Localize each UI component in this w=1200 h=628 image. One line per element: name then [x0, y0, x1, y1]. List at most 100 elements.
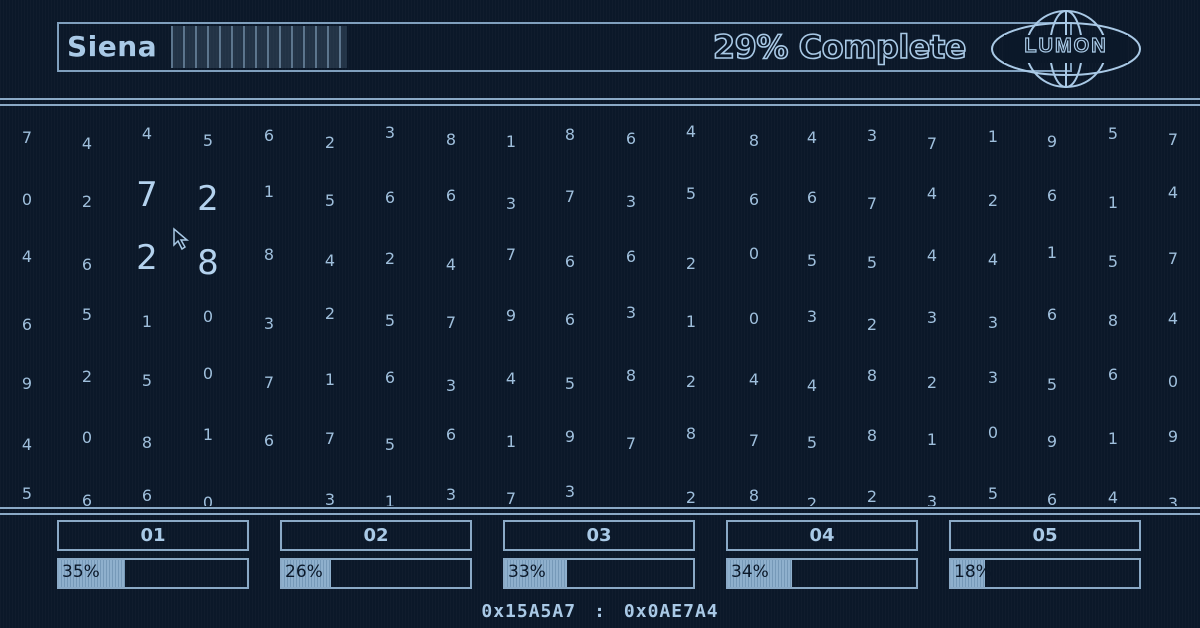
grid-number[interactable]: 3 [988, 315, 998, 331]
grid-number[interactable]: 8 [197, 246, 219, 280]
grid-number[interactable]: 2 [136, 241, 158, 275]
grid-number[interactable]: 7 [626, 436, 636, 452]
grid-number[interactable]: 6 [1047, 188, 1057, 204]
grid-number[interactable]: 2 [807, 496, 817, 507]
grid-number[interactable]: 5 [1108, 126, 1118, 142]
grid-number[interactable]: 4 [446, 257, 456, 273]
grid-number[interactable]: 6 [142, 488, 152, 504]
grid-number[interactable]: 3 [385, 125, 395, 141]
grid-number[interactable]: 3 [867, 128, 877, 144]
grid-number[interactable]: 6 [82, 257, 92, 273]
grid-number[interactable]: 8 [142, 435, 152, 451]
grid-number[interactable]: 1 [264, 184, 274, 200]
grid-number[interactable]: 5 [988, 486, 998, 502]
grid-number[interactable]: 7 [749, 433, 759, 449]
grid-number[interactable]: 5 [82, 307, 92, 323]
grid-number[interactable]: 8 [626, 368, 636, 384]
grid-number[interactable]: 4 [1168, 185, 1178, 201]
grid-number[interactable]: 3 [807, 309, 817, 325]
grid-number[interactable]: 0 [82, 430, 92, 446]
grid-number[interactable]: 2 [325, 135, 335, 151]
bin-label[interactable]: 03 [503, 520, 695, 551]
grid-number[interactable]: 1 [927, 432, 937, 448]
grid-number[interactable]: 4 [506, 371, 516, 387]
grid-number[interactable]: 4 [686, 124, 696, 140]
grid-number[interactable]: 6 [385, 370, 395, 386]
bin-label[interactable]: 05 [949, 520, 1141, 551]
grid-number[interactable]: 9 [1168, 429, 1178, 445]
grid-number[interactable]: 9 [22, 376, 32, 392]
grid-number[interactable]: 5 [22, 486, 32, 502]
grid-number[interactable]: 3 [446, 378, 456, 394]
grid-number[interactable]: 6 [264, 433, 274, 449]
grid-number[interactable]: 9 [1047, 434, 1057, 450]
grid-number[interactable]: 3 [626, 194, 636, 210]
grid-number[interactable]: 8 [1108, 313, 1118, 329]
grid-number[interactable]: 5 [385, 437, 395, 453]
grid-number[interactable]: 9 [565, 429, 575, 445]
grid-number[interactable]: 3 [506, 196, 516, 212]
grid-number[interactable]: 3 [446, 487, 456, 503]
grid-number[interactable]: 2 [686, 490, 696, 506]
grid-number[interactable]: 0 [203, 309, 213, 325]
grid-number[interactable]: 2 [686, 374, 696, 390]
grid-number[interactable]: 1 [988, 129, 998, 145]
grid-number[interactable]: 6 [1108, 367, 1118, 383]
grid-number[interactable]: 6 [626, 249, 636, 265]
grid-number[interactable]: 1 [325, 372, 335, 388]
grid-number[interactable]: 5 [807, 253, 817, 269]
grid-number[interactable]: 7 [1168, 251, 1178, 267]
grid-number[interactable]: 5 [686, 186, 696, 202]
grid-number[interactable]: 6 [1047, 492, 1057, 507]
grid-number[interactable]: 5 [565, 376, 575, 392]
grid-number[interactable]: 0 [749, 246, 759, 262]
grid-number[interactable]: 3 [927, 494, 937, 507]
grid-number[interactable]: 4 [807, 378, 817, 394]
grid-number[interactable]: 4 [1108, 490, 1118, 506]
grid-number[interactable]: 6 [749, 192, 759, 208]
grid-number[interactable]: 7 [446, 315, 456, 331]
grid-number[interactable]: 7 [325, 431, 335, 447]
grid-number[interactable]: 1 [1108, 431, 1118, 447]
grid-number[interactable]: 7 [22, 130, 32, 146]
grid-number[interactable]: 4 [988, 252, 998, 268]
grid-number[interactable]: 2 [82, 194, 92, 210]
grid-number[interactable]: 4 [749, 372, 759, 388]
grid-number[interactable]: 8 [749, 488, 759, 504]
grid-number[interactable]: 6 [385, 190, 395, 206]
grid-number[interactable]: 3 [988, 370, 998, 386]
grid-number[interactable]: 1 [142, 314, 152, 330]
grid-number[interactable]: 2 [197, 182, 219, 216]
grid-number[interactable]: 3 [325, 492, 335, 507]
grid-number[interactable]: 6 [446, 188, 456, 204]
grid-number[interactable]: 4 [1168, 311, 1178, 327]
grid-number[interactable]: 7 [506, 247, 516, 263]
grid-number[interactable]: 2 [385, 251, 395, 267]
grid-number[interactable]: 2 [927, 375, 937, 391]
grid-number[interactable]: 5 [867, 255, 877, 271]
grid-number[interactable]: 0 [749, 311, 759, 327]
grid-number[interactable]: 7 [867, 196, 877, 212]
grid-number[interactable]: 8 [749, 133, 759, 149]
grid-number[interactable]: 5 [385, 313, 395, 329]
grid-number[interactable]: 0 [22, 192, 32, 208]
grid-number[interactable]: 6 [807, 190, 817, 206]
grid-number[interactable]: 2 [325, 306, 335, 322]
grid-number[interactable]: 7 [136, 178, 158, 212]
grid-number[interactable]: 7 [506, 491, 516, 507]
grid-number[interactable]: 2 [82, 369, 92, 385]
grid-number[interactable]: 7 [565, 189, 575, 205]
grid-number[interactable]: 8 [867, 428, 877, 444]
bin-label[interactable]: 02 [280, 520, 472, 551]
grid-number[interactable]: 5 [1108, 254, 1118, 270]
grid-number[interactable]: 1 [1047, 245, 1057, 261]
grid-number[interactable]: 0 [203, 495, 213, 507]
grid-number[interactable]: 5 [203, 133, 213, 149]
grid-number[interactable]: 3 [264, 316, 274, 332]
grid-number[interactable]: 4 [927, 186, 937, 202]
grid-number[interactable]: 6 [22, 317, 32, 333]
grid-number[interactable]: 7 [927, 136, 937, 152]
grid-number[interactable]: 4 [22, 249, 32, 265]
grid-number[interactable]: 4 [325, 253, 335, 269]
grid-number[interactable]: 6 [626, 131, 636, 147]
